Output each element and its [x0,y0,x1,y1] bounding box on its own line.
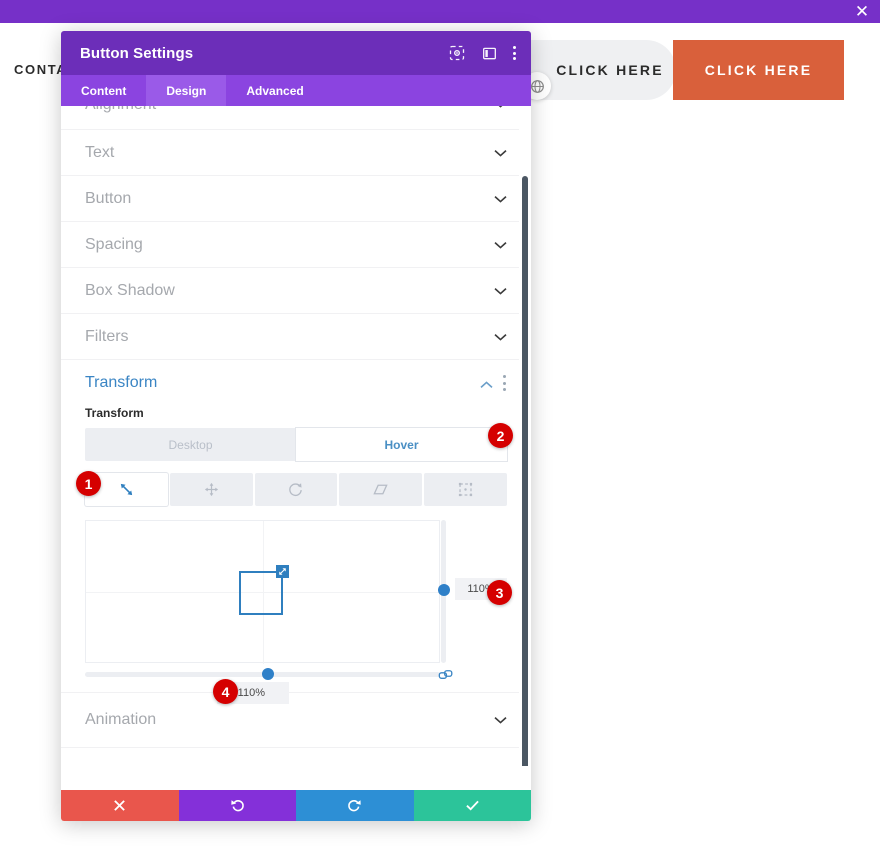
save-button[interactable] [413,790,531,821]
section-label-button: Button [85,189,132,207]
screen-root: CLICK HERE CLICK HERE CONTA ✕ Button Set… [0,0,880,846]
section-toggle-text[interactable]: Text [61,130,531,176]
transform-mode-tabs [85,473,507,506]
chevron-down-icon [493,284,507,298]
annotation-badge-3-number: 3 [495,584,504,601]
annotation-badge-2-number: 2 [496,427,505,444]
redo-icon [348,800,361,812]
builder-top-bar: ✕ [0,0,880,23]
preview-resize-handle[interactable] [276,565,289,578]
layout-columns-icon[interactable] [480,44,498,62]
section-toggle-button[interactable]: Button [61,176,531,222]
section-toggle-box-shadow[interactable]: Box Shadow [61,268,531,314]
transform-preview-canvas[interactable] [85,520,441,664]
state-tab-desktop-label: Desktop [168,437,213,452]
chevron-down-icon [493,713,507,727]
modal-title: Button Settings [80,44,194,62]
section-toggle-spacing[interactable]: Spacing [61,222,531,268]
scrollbar-track[interactable] [519,106,531,766]
annotation-badge-4: 4 [213,679,238,704]
section-transform-title: Transform [85,374,158,391]
tab-content[interactable]: Content [61,75,146,106]
section-label-animation: Animation [85,711,157,728]
state-tab-hover[interactable]: Hover [296,428,507,461]
modal-header-actions [448,44,517,62]
annotation-badge-4-number: 4 [221,683,230,700]
modal-footer [61,790,531,821]
section-toggle-filters[interactable]: Filters [61,314,531,360]
target-icon[interactable] [448,44,466,62]
secondary-click-here-button[interactable]: CLICK HERE [540,40,680,100]
primary-button-label: CLICK HERE [704,62,813,78]
scrollbar-thumb[interactable] [522,176,528,766]
chevron-down-icon [493,192,507,206]
button-settings-modal: Button Settings Content Design Advanced … [61,31,531,821]
chevron-down-icon [493,146,507,160]
tab-advanced[interactable]: Advanced [226,75,323,106]
section-transform: Transform Transform Desktop Hover 110% 1… [61,360,531,704]
annotation-badge-1: 1 [76,471,101,496]
rotate-icon[interactable] [254,473,338,506]
chevron-down-icon [493,238,507,252]
section-label-filters: Filters [85,327,129,345]
scale-y-slider-knob[interactable] [438,584,450,596]
scale-x-slider-knob[interactable] [262,668,274,680]
annotation-badge-3: 3 [487,580,512,605]
undo-button[interactable] [178,790,296,821]
tab-advanced-label: Advanced [246,83,304,98]
origin-icon[interactable] [424,473,507,506]
annotation-badge-1-number: 1 [84,475,93,492]
close-icon[interactable]: ✕ [850,0,874,23]
modal-scroll-body: Alignment Text Button Spacing [61,106,531,766]
resize-arrows-icon [279,568,286,575]
close-icon [114,800,126,811]
section-transform-kebab-icon[interactable] [502,375,507,391]
undo-icon [231,800,244,812]
secondary-button-label: CLICK HERE [556,62,664,78]
annotation-badge-2: 2 [488,423,513,448]
transform-preview: 110% 110% [85,520,507,704]
section-label-box-shadow: Box Shadow [85,281,175,299]
state-tab-hover-label: Hover [384,437,419,452]
tab-design[interactable]: Design [146,75,227,106]
link-chain-icon[interactable] [438,668,454,682]
modal-tab-bar: Content Design Advanced [61,75,531,106]
modal-header: Button Settings [61,31,531,75]
check-icon [466,800,479,811]
skew-icon[interactable] [339,473,423,506]
globe-icon [530,79,544,93]
transform-field-label: Transform [85,406,144,420]
state-tab-desktop[interactable]: Desktop [85,428,296,461]
section-toggle-animation[interactable]: Animation [61,693,531,748]
chevron-down-icon [493,106,507,111]
section-label-text: Text [85,143,115,161]
chevron-down-icon [493,330,507,344]
section-label-spacing: Spacing [85,235,143,253]
contact-heading: CONTA [14,62,68,77]
tab-design-label: Design [166,83,207,98]
kebab-menu-icon[interactable] [512,46,517,60]
translate-icon[interactable] [169,473,253,506]
primary-click-here-button[interactable]: CLICK HERE [673,40,844,100]
chevron-up-icon[interactable] [480,376,494,390]
redo-button[interactable] [296,790,414,821]
transform-state-tabs: Desktop Hover [85,428,507,461]
cancel-button[interactable] [61,790,179,821]
section-label-alignment: Alignment [85,106,493,114]
section-transform-header[interactable]: Transform [61,360,531,406]
tab-content-label: Content [81,83,127,98]
section-toggle-alignment[interactable]: Alignment [61,106,531,130]
